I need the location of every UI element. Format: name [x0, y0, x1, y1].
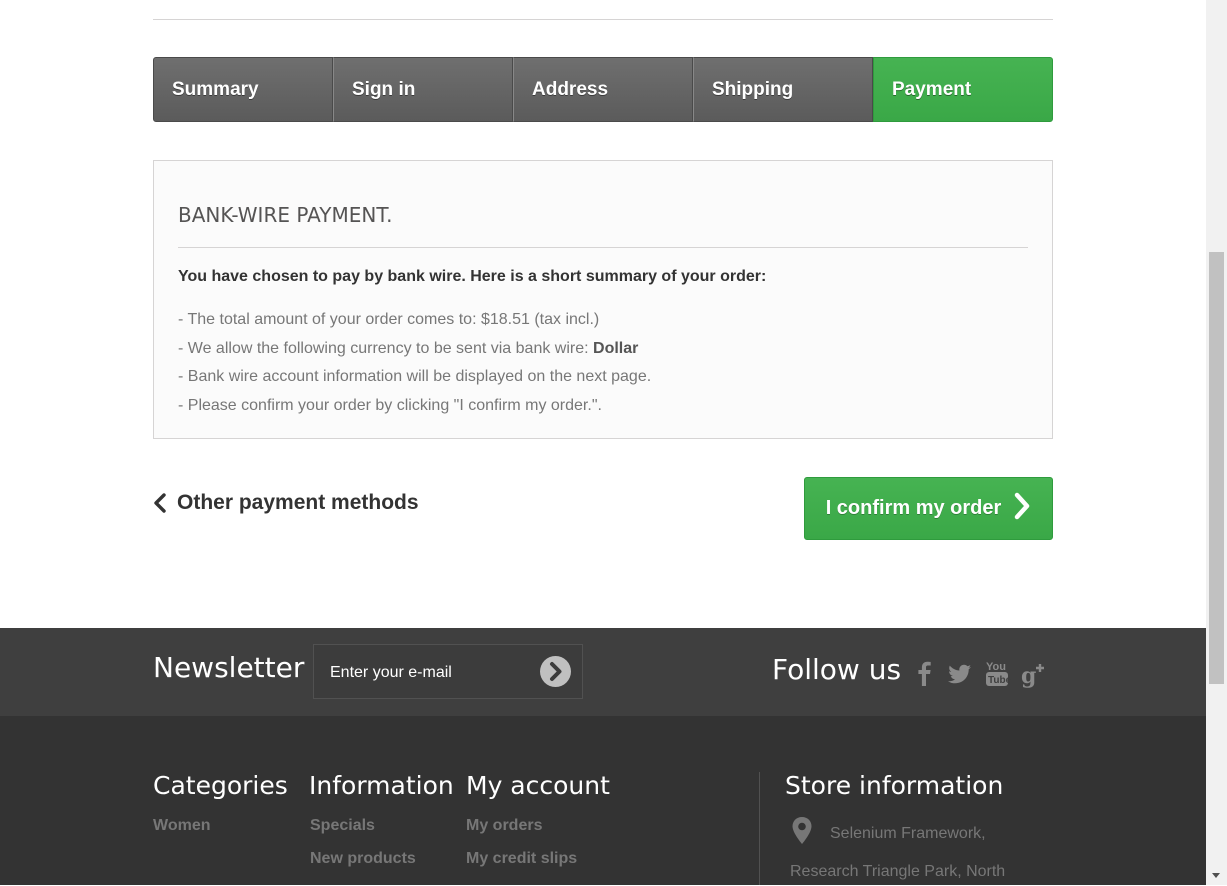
step-sign-in[interactable]: Sign in	[333, 57, 513, 122]
svg-text:g: g	[1021, 663, 1036, 688]
other-payment-methods-link[interactable]: Other payment methods	[153, 488, 419, 518]
total-amount-line: - The total amount of your order comes t…	[178, 311, 600, 328]
step-address[interactable]: Address	[513, 57, 693, 122]
back-label: Other payment methods	[177, 491, 419, 514]
svg-text:Tube: Tube	[988, 675, 1011, 686]
order-steps: Summary Sign in Address Shipping Payment	[153, 57, 1053, 122]
step-label: Summary	[172, 78, 259, 100]
newsletter-title: Newsletter	[153, 651, 305, 684]
bankwire-box: BANK-WIRE PAYMENT. You have chosen to pa…	[153, 160, 1053, 439]
footer-link-my-orders[interactable]: My orders	[466, 817, 542, 835]
step-label: Shipping	[712, 78, 794, 100]
currency-line-text: - We allow the following currency to be …	[178, 339, 594, 357]
youtube-icon[interactable]: You Tube	[983, 658, 1012, 688]
footer-link-specials[interactable]: Specials	[310, 817, 375, 835]
store-address-line2: Research Triangle Park, North	[790, 863, 1006, 880]
intro-text: You have chosen to pay by bank wire. Her…	[178, 268, 767, 285]
confirm-instruction-line: - Please confirm your order by clicking …	[178, 397, 602, 415]
step-shipping[interactable]: Shipping	[693, 57, 873, 122]
scroll-down-arrow-icon[interactable]	[1210, 868, 1222, 880]
store-divider	[759, 772, 760, 885]
svg-text:You: You	[986, 661, 1006, 673]
page-title: BANK-WIRE PAYMENT.	[178, 203, 1028, 248]
step-label: Sign in	[352, 78, 416, 100]
chevron-left-icon	[153, 493, 167, 513]
facebook-icon[interactable]	[910, 658, 938, 688]
my-account-title: My account	[466, 771, 610, 800]
scrollbar-thumb[interactable]	[1209, 252, 1224, 684]
footer	[0, 716, 1206, 885]
account-info-line: - Bank wire account information will be …	[178, 368, 652, 386]
currency-value: Dollar	[593, 339, 639, 357]
step-label: Address	[532, 78, 609, 100]
google-plus-icon[interactable]: g	[1020, 658, 1048, 689]
order-summary-lines: - The total amount of your order comes t…	[178, 306, 1028, 421]
top-divider	[153, 19, 1053, 20]
follow-us-title: Follow us	[772, 653, 902, 686]
newsletter-form	[313, 644, 583, 700]
store-information-title: Store information	[785, 771, 1004, 800]
footer-link-new-products[interactable]: New products	[310, 850, 416, 868]
confirm-label: I confirm my order	[825, 497, 1002, 519]
step-payment: Payment	[873, 57, 1053, 122]
footer-link-my-credit-slips[interactable]: My credit slips	[466, 850, 577, 868]
store-address-line1: Selenium Framework,	[830, 825, 986, 842]
newsletter-email-input[interactable]	[328, 645, 532, 700]
twitter-icon[interactable]	[946, 658, 974, 688]
step-summary[interactable]: Summary	[153, 57, 333, 122]
footer-link-women[interactable]: Women	[153, 817, 210, 835]
currency-line: - We allow the following currency to be …	[178, 335, 1028, 364]
confirm-order-button[interactable]: I confirm my order	[804, 477, 1053, 540]
step-label: Payment	[892, 78, 972, 100]
categories-title: Categories	[153, 771, 288, 800]
map-marker-icon	[791, 816, 813, 851]
information-title: Information	[309, 771, 454, 800]
chevron-right-icon	[1013, 492, 1031, 526]
newsletter-submit-icon[interactable]	[539, 655, 572, 688]
